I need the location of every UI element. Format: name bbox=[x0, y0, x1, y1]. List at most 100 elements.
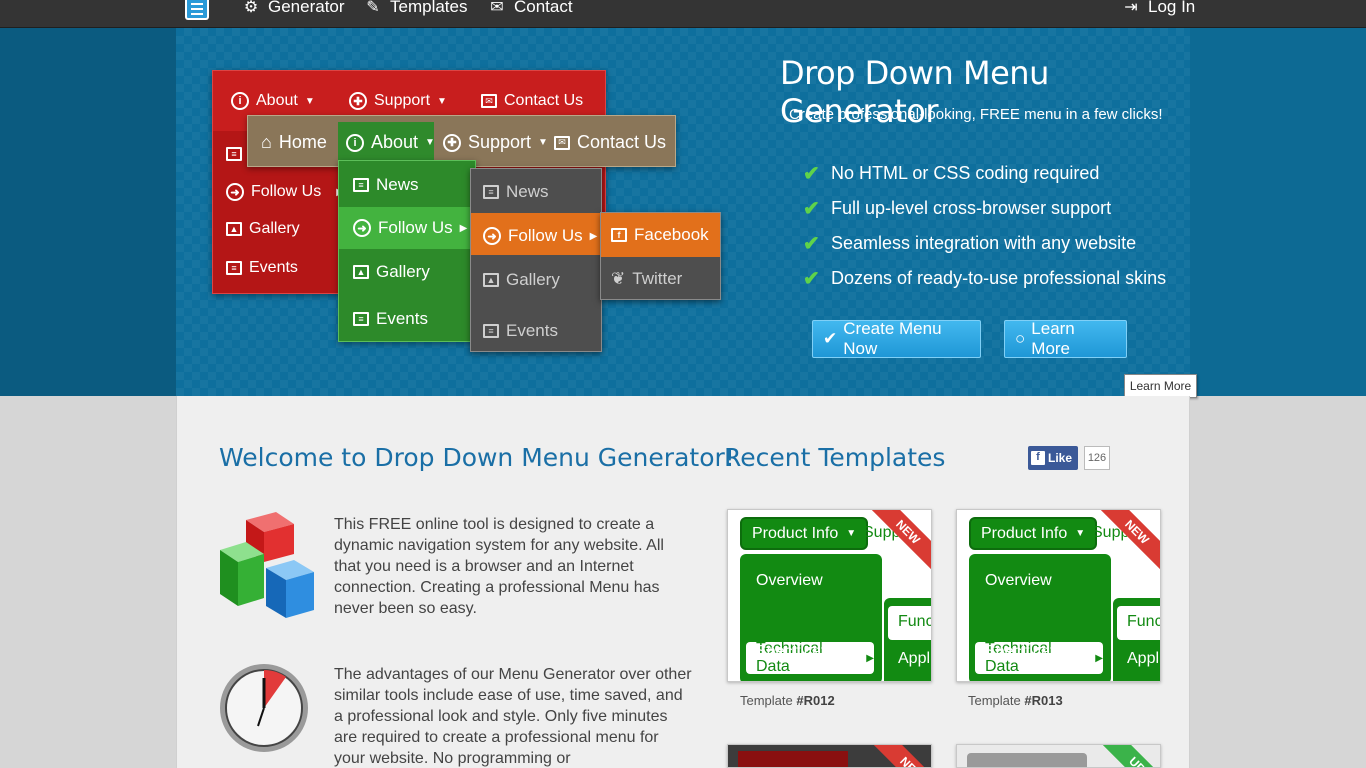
red-events-label: Events bbox=[249, 259, 298, 276]
template-preview-bar bbox=[967, 753, 1087, 767]
template-caption: Template #R013 bbox=[968, 693, 1063, 708]
gray-news-label: News bbox=[506, 182, 549, 201]
green-news[interactable]: ≡ News bbox=[353, 175, 419, 195]
template-caption-prefix: Template bbox=[968, 693, 1025, 708]
demo-submenu-gray: ≡ News ➜ Follow Us ▶ ▲ Gallery ≡ Events bbox=[470, 168, 602, 352]
red-gallery[interactable]: ▲ Gallery bbox=[226, 220, 300, 238]
green-gallery[interactable]: ▲ Gallery bbox=[353, 262, 430, 282]
login-link[interactable]: ⇥ Log In bbox=[1122, 0, 1195, 17]
red-contact[interactable]: ✉ Contact Us bbox=[481, 92, 583, 110]
gray-follow[interactable]: ➜ Follow Us ▶ bbox=[483, 226, 597, 246]
social-facebook[interactable]: f Facebook bbox=[611, 225, 709, 245]
envelope-icon: ✉ bbox=[554, 135, 570, 150]
feature-text: Seamless integration with any website bbox=[831, 233, 1137, 253]
facebook-like-count: 126 bbox=[1084, 446, 1110, 470]
menu-logo-icon[interactable] bbox=[185, 0, 209, 20]
template-card[interactable]: Product Info ▼ Suppo Overview Technical D… bbox=[956, 509, 1161, 682]
overview-label: Overview bbox=[756, 572, 823, 589]
red-follow[interactable]: ➜ Follow Us ▶ bbox=[226, 183, 344, 201]
create-menu-label: Create Menu Now bbox=[843, 319, 942, 358]
product-info-label: Product Info bbox=[981, 524, 1068, 542]
search-icon: ○ bbox=[1015, 329, 1026, 348]
image-icon: ▲ bbox=[483, 273, 499, 287]
twitter-icon: ❦ bbox=[611, 269, 626, 288]
news-icon: ≡ bbox=[353, 178, 369, 192]
new-ribbon: NE bbox=[869, 745, 931, 767]
green-follow-label: Follow Us bbox=[378, 218, 453, 237]
feature-item: ✔ No HTML or CSS coding required bbox=[803, 156, 1166, 191]
checkmark-icon: ✔ bbox=[803, 233, 820, 255]
brown-support[interactable]: ✚ Support ▼ bbox=[443, 132, 548, 153]
create-menu-button[interactable]: ✔ Create Menu Now bbox=[812, 319, 981, 358]
envelope-icon: ✉ bbox=[481, 94, 497, 108]
feature-item: ✔ Full up-level cross-browser support bbox=[803, 191, 1166, 226]
social-twitter[interactable]: ❦ Twitter bbox=[611, 269, 682, 289]
green-events[interactable]: ≡ Events bbox=[353, 309, 428, 329]
learn-more-tooltip: Learn More bbox=[1124, 374, 1197, 398]
learn-more-button[interactable]: ○ Learn More bbox=[1004, 319, 1127, 358]
template-card[interactable]: NE bbox=[727, 744, 932, 768]
calendar-icon: ≡ bbox=[226, 261, 242, 275]
image-icon: ▲ bbox=[353, 265, 369, 279]
news-icon: ≡ bbox=[226, 147, 242, 161]
brush-icon: ✎ bbox=[366, 0, 380, 16]
gray-gallery[interactable]: ▲ Gallery bbox=[483, 270, 560, 290]
red-about[interactable]: i About ▼ bbox=[231, 92, 315, 110]
info-icon: i bbox=[231, 92, 249, 110]
overview-label: Overview bbox=[985, 572, 1052, 589]
hero-side bbox=[1190, 28, 1366, 396]
demo-submenu-green: ≡ News ➜ Follow Us ▶ ▲ Gallery ≡ Events bbox=[338, 160, 476, 342]
gray-events[interactable]: ≡ Events bbox=[483, 321, 558, 341]
product-info-label: Product Info bbox=[752, 524, 839, 542]
caret-right-icon: ▶ bbox=[589, 230, 598, 242]
gray-news[interactable]: ≡ News bbox=[483, 182, 549, 202]
template-card[interactable]: Product Info ▼ Suppo Overview Technical D… bbox=[727, 509, 932, 682]
nav-contact[interactable]: ✉ Contact bbox=[488, 0, 573, 17]
red-events[interactable]: ≡ Events bbox=[226, 259, 298, 277]
template-caption: Template #R012 bbox=[740, 693, 835, 708]
fb-like-label: Like bbox=[1048, 451, 1073, 465]
brown-support-label: Support bbox=[468, 132, 532, 152]
template-caption-prefix: Template bbox=[740, 693, 797, 708]
facebook-like-button[interactable]: f Like bbox=[1028, 446, 1078, 470]
submenu-panel: Overview Technical Data ▶ Specifications bbox=[740, 554, 882, 681]
red-contact-label: Contact Us bbox=[504, 92, 584, 109]
caret-down-icon: ▼ bbox=[538, 137, 548, 148]
lifebuoy-icon: ✚ bbox=[443, 133, 461, 152]
gray-gallery-label: Gallery bbox=[506, 270, 560, 289]
twitter-label: Twitter bbox=[632, 269, 683, 288]
welcome-heading: Welcome to Drop Down Menu Generator! bbox=[219, 443, 735, 472]
update-ribbon: UP bbox=[1098, 745, 1160, 767]
arrow-circle-icon: ➜ bbox=[483, 227, 501, 245]
nav-contact-label: Contact bbox=[514, 0, 573, 16]
template-card[interactable]: UP bbox=[956, 744, 1161, 768]
info-icon: i bbox=[346, 133, 364, 152]
advantages-paragraph: The advantages of our Menu Generator ove… bbox=[334, 666, 692, 767]
arrow-circle-icon: ➜ bbox=[226, 183, 244, 201]
red-news-icon-item[interactable]: ≡ bbox=[226, 147, 242, 161]
news-icon: ≡ bbox=[483, 185, 499, 199]
recent-templates-heading: Recent Templates bbox=[724, 443, 946, 472]
brown-home[interactable]: ⌂ Home bbox=[261, 132, 327, 153]
template-id: #R012 bbox=[796, 693, 835, 708]
caret-down-icon: ▼ bbox=[846, 528, 857, 539]
brown-contact-label: Contact Us bbox=[577, 132, 667, 152]
home-icon: ⌂ bbox=[261, 132, 272, 152]
login-label: Log In bbox=[1148, 0, 1196, 16]
red-about-label: About bbox=[256, 92, 298, 109]
brown-about[interactable]: i About ▼ bbox=[346, 132, 435, 153]
green-gallery-label: Gallery bbox=[376, 262, 430, 281]
checkmark-icon: ✔ bbox=[803, 268, 820, 290]
feature-item: ✔ Dozens of ready-to-use professional ski… bbox=[803, 261, 1166, 296]
specifications-label: Specifications bbox=[756, 643, 855, 660]
product-info-menu: Product Info ▼ bbox=[740, 517, 869, 550]
caret-right-icon: ▶ bbox=[866, 652, 874, 664]
red-support[interactable]: ✚ Support ▼ bbox=[349, 92, 447, 110]
nav-generator[interactable]: ⚙ Generator bbox=[242, 0, 345, 17]
feature-item: ✔ Seamless integration with any website bbox=[803, 226, 1166, 261]
brown-contact[interactable]: ✉ Contact Us bbox=[554, 132, 666, 153]
image-icon: ▲ bbox=[226, 222, 242, 236]
nav-templates[interactable]: ✎ Templates bbox=[364, 0, 467, 17]
green-follow[interactable]: ➜ Follow Us ▶ bbox=[353, 218, 467, 238]
green-events-label: Events bbox=[376, 309, 428, 328]
